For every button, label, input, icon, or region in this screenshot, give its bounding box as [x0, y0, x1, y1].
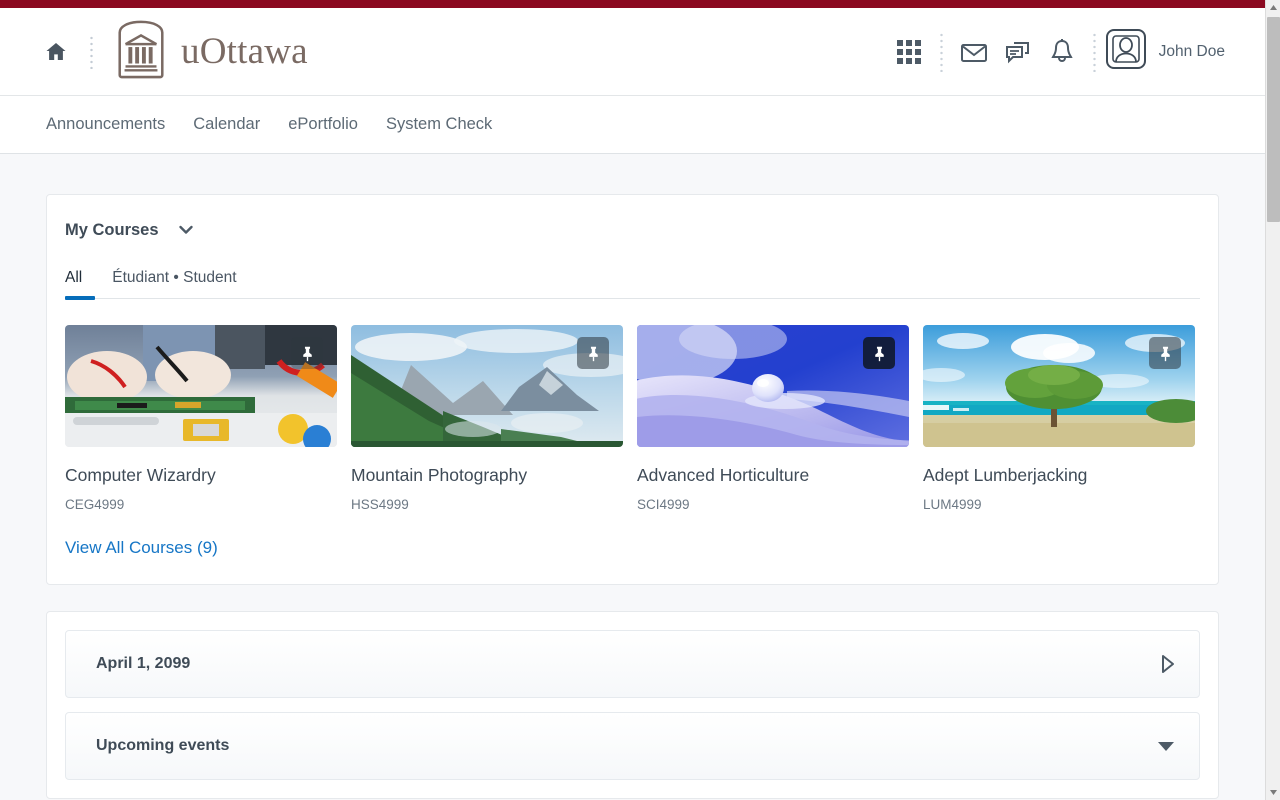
- my-courses-header: My Courses: [65, 217, 1200, 243]
- tab-etudiant-student[interactable]: Étudiant • Student: [112, 269, 236, 298]
- pin-icon[interactable]: [1149, 337, 1181, 369]
- course-thumbnail: [351, 325, 623, 447]
- course-thumbnail: [637, 325, 909, 447]
- upcoming-events-label: Upcoming events: [96, 737, 230, 754]
- main-content: My Courses All Étudiant • Student Comput…: [0, 154, 1265, 800]
- logo-text: uOttawa: [181, 31, 308, 72]
- user-avatar-icon: [1105, 28, 1147, 75]
- brand-banner: [0, 0, 1265, 8]
- page-root: uOttawa John Doe Announcements Calendar …: [0, 0, 1280, 800]
- home-icon[interactable]: [40, 36, 72, 68]
- course-filter-tabs: All Étudiant • Student: [65, 269, 1200, 300]
- calendar-date-label: April 1, 2099: [96, 655, 191, 672]
- course-title: Computer Wizardry: [65, 465, 216, 485]
- course-title: Advanced Horticulture: [637, 465, 810, 485]
- chevron-down-icon[interactable]: [173, 217, 199, 243]
- site-logo[interactable]: uOttawa: [113, 19, 308, 84]
- triangle-down-icon[interactable]: [1155, 737, 1177, 755]
- course-title: Adept Lumberjacking: [923, 465, 1088, 485]
- course-card-computer-wizardry[interactable]: Computer Wizardry CEG4999: [65, 325, 337, 512]
- header-actions: John Doe: [887, 28, 1225, 75]
- course-card-advanced-horticulture[interactable]: Advanced Horticulture SCI4999: [637, 325, 909, 512]
- tab-all[interactable]: All: [65, 269, 96, 300]
- course-code: LUM4999: [923, 497, 982, 512]
- page-scrollbar[interactable]: [1265, 0, 1280, 800]
- course-title: Mountain Photography: [351, 465, 528, 485]
- course-card-adept-lumberjacking[interactable]: Adept Lumberjacking LUM4999: [923, 325, 1195, 512]
- calendar-date-row[interactable]: April 1, 2099: [65, 630, 1200, 698]
- nav-item-eportfolio[interactable]: ePortfolio: [288, 115, 358, 134]
- user-menu[interactable]: John Doe: [1105, 28, 1225, 75]
- primary-navbar: Announcements Calendar ePortfolio System…: [0, 96, 1265, 154]
- course-code: SCI4999: [637, 497, 690, 512]
- scroll-down-arrow-icon[interactable]: [1266, 785, 1280, 800]
- site-header: uOttawa John Doe: [0, 8, 1265, 96]
- view-all-courses-link[interactable]: View All Courses (9): [65, 538, 218, 558]
- nav-item-system-check[interactable]: System Check: [386, 115, 492, 134]
- course-code: CEG4999: [65, 497, 125, 512]
- my-courses-panel: My Courses All Étudiant • Student Comput…: [46, 194, 1219, 585]
- waffle-grid-icon[interactable]: [887, 30, 931, 74]
- nav-item-announcements[interactable]: Announcements: [46, 115, 165, 134]
- header-divider-dots: [90, 34, 93, 69]
- bell-icon[interactable]: [1040, 30, 1084, 74]
- course-card-mountain-photography[interactable]: Mountain Photography HSS4999: [351, 325, 623, 512]
- chat-bubbles-icon[interactable]: [996, 30, 1040, 74]
- triangle-right-icon[interactable]: [1157, 653, 1177, 675]
- course-thumbnail: [923, 325, 1195, 447]
- pin-icon[interactable]: [863, 337, 895, 369]
- course-thumbnail: [65, 325, 337, 447]
- calendar-events-panel: April 1, 2099 Upcoming events: [46, 611, 1219, 799]
- scroll-up-arrow-icon[interactable]: [1266, 0, 1280, 15]
- pin-icon[interactable]: [291, 337, 323, 369]
- page-title: My Courses: [65, 220, 159, 239]
- uottawa-crest-icon: [113, 19, 169, 84]
- course-grid: Computer Wizardry CEG4999 Mountain Photo…: [65, 325, 1200, 512]
- course-code: HSS4999: [351, 497, 409, 512]
- header-actions-divider-1: [939, 31, 943, 72]
- pin-icon[interactable]: [577, 337, 609, 369]
- header-actions-divider-2: [1092, 31, 1096, 72]
- envelope-icon[interactable]: [952, 30, 996, 74]
- scrollbar-thumb[interactable]: [1267, 17, 1280, 222]
- upcoming-events-row[interactable]: Upcoming events: [65, 712, 1200, 780]
- user-name-label: John Doe: [1158, 42, 1225, 60]
- nav-item-calendar[interactable]: Calendar: [193, 115, 260, 134]
